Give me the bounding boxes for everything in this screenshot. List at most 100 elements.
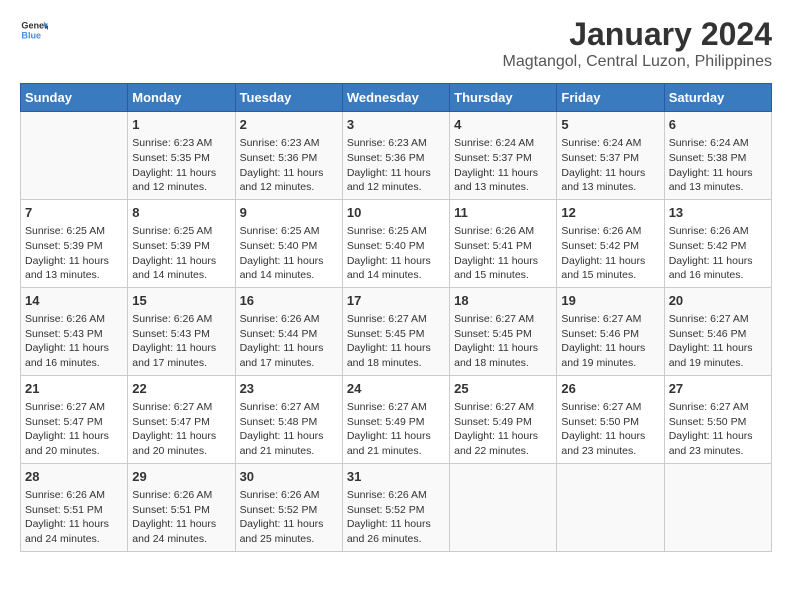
calendar-cell: 28Sunrise: 6:26 AMSunset: 5:51 PMDayligh… [21, 463, 128, 551]
calendar-table: Sunday Monday Tuesday Wednesday Thursday… [20, 83, 772, 552]
svg-text:Blue: Blue [21, 30, 41, 40]
calendar-cell: 23Sunrise: 6:27 AMSunset: 5:48 PMDayligh… [235, 375, 342, 463]
cell-content-line: Sunrise: 6:23 AM [132, 136, 230, 151]
cell-content-line: Sunset: 5:50 PM [561, 415, 659, 430]
cell-content-line: Sunrise: 6:26 AM [240, 312, 338, 327]
cell-content-line: Daylight: 11 hours and 18 minutes. [347, 341, 445, 370]
calendar-cell: 10 Sunrise: 6:25 AMSunset: 5:40 PMDayligh… [342, 199, 449, 287]
day-number: 23 [240, 380, 338, 398]
calendar-cell: 13Sunrise: 6:26 AMSunset: 5:42 PMDayligh… [664, 199, 771, 287]
cell-content-line: Sunset: 5:37 PM [561, 151, 659, 166]
logo-icon: General Blue [20, 16, 48, 44]
calendar-cell: 18Sunrise: 6:27 AMSunset: 5:45 PMDayligh… [450, 287, 557, 375]
cell-content-line: Sunrise: 6:25 AM [347, 224, 445, 239]
day-number: 24 [347, 380, 445, 398]
day-number: 19 [561, 292, 659, 310]
day-number: 26 [561, 380, 659, 398]
cell-content-line: Sunset: 5:39 PM [25, 239, 123, 254]
cell-content-line: Daylight: 11 hours and 21 minutes. [240, 429, 338, 458]
day-number: 29 [132, 468, 230, 486]
header-saturday: Saturday [664, 84, 771, 112]
header-monday: Monday [128, 84, 235, 112]
calendar-cell: 20Sunrise: 6:27 AMSunset: 5:46 PMDayligh… [664, 287, 771, 375]
cell-content-line: Sunset: 5:47 PM [25, 415, 123, 430]
cell-content-line: Sunset: 5:39 PM [132, 239, 230, 254]
cell-content-line: Sunset: 5:46 PM [669, 327, 767, 342]
calendar-cell: 8Sunrise: 6:25 AMSunset: 5:39 PMDaylight… [128, 199, 235, 287]
day-number: 25 [454, 380, 552, 398]
day-number: 17 [347, 292, 445, 310]
day-number: 10 [347, 204, 445, 222]
cell-content-line: Daylight: 11 hours and 18 minutes. [454, 341, 552, 370]
calendar-cell: 29Sunrise: 6:26 AMSunset: 5:51 PMDayligh… [128, 463, 235, 551]
header-thursday: Thursday [450, 84, 557, 112]
cell-content-line: Sunrise: 6:24 AM [561, 136, 659, 151]
cell-content-line: Sunset: 5:42 PM [669, 239, 767, 254]
cell-content-line: Sunrise: 6:25 AM [132, 224, 230, 239]
calendar-cell: 5Sunrise: 6:24 AMSunset: 5:37 PMDaylight… [557, 112, 664, 200]
cell-content-line: Sunset: 5:40 PM [347, 239, 445, 254]
cell-content-line: Sunrise: 6:27 AM [25, 400, 123, 415]
day-number: 28 [25, 468, 123, 486]
cell-content-line: Daylight: 11 hours and 21 minutes. [347, 429, 445, 458]
day-number: 2 [240, 116, 338, 134]
cell-content-line: Sunset: 5:43 PM [25, 327, 123, 342]
calendar-cell: 3Sunrise: 6:23 AMSunset: 5:36 PMDaylight… [342, 112, 449, 200]
calendar-cell: 2Sunrise: 6:23 AMSunset: 5:36 PMDaylight… [235, 112, 342, 200]
cell-content-line: Sunrise: 6:27 AM [347, 312, 445, 327]
calendar-cell: 31Sunrise: 6:26 AMSunset: 5:52 PMDayligh… [342, 463, 449, 551]
cell-content-line: Sunset: 5:49 PM [347, 415, 445, 430]
cell-content-line: Sunset: 5:43 PM [132, 327, 230, 342]
calendar-cell: 25Sunrise: 6:27 AMSunset: 5:49 PMDayligh… [450, 375, 557, 463]
cell-content-line: Sunset: 5:52 PM [240, 503, 338, 518]
cell-content-line: Sunrise: 6:26 AM [132, 312, 230, 327]
cell-content-line: Sunset: 5:40 PM [240, 239, 338, 254]
day-number: 8 [132, 204, 230, 222]
day-number: 6 [669, 116, 767, 134]
cell-content-line: Sunrise: 6:24 AM [454, 136, 552, 151]
cell-content-line: Daylight: 11 hours and 16 minutes. [25, 341, 123, 370]
cell-content-line: Sunrise: 6:27 AM [454, 400, 552, 415]
cell-content-line: Sunrise: 6:26 AM [25, 488, 123, 503]
calendar-cell: 1Sunrise: 6:23 AMSunset: 5:35 PMDaylight… [128, 112, 235, 200]
cell-content-line: Sunset: 5:41 PM [454, 239, 552, 254]
cell-content-line: Sunset: 5:51 PM [25, 503, 123, 518]
calendar-cell: 6Sunrise: 6:24 AMSunset: 5:38 PMDaylight… [664, 112, 771, 200]
title-area: January 2024 Magtangol, Central Luzon, P… [503, 16, 773, 71]
header-sunday: Sunday [21, 84, 128, 112]
calendar-week-row: 7Sunrise: 6:25 AMSunset: 5:39 PMDaylight… [21, 199, 772, 287]
cell-content-line: Daylight: 11 hours and 15 minutes. [454, 254, 552, 283]
calendar-subtitle: Magtangol, Central Luzon, Philippines [503, 53, 773, 71]
day-number: 1 [132, 116, 230, 134]
cell-content-line: Sunrise: 6:26 AM [561, 224, 659, 239]
cell-content-line: Daylight: 11 hours and 25 minutes. [240, 517, 338, 546]
calendar-cell: 14Sunrise: 6:26 AMSunset: 5:43 PMDayligh… [21, 287, 128, 375]
cell-content-line: Sunset: 5:49 PM [454, 415, 552, 430]
day-number: 5 [561, 116, 659, 134]
cell-content-line: Daylight: 11 hours and 16 minutes. [669, 254, 767, 283]
cell-content-line: Sunrise: 6:27 AM [454, 312, 552, 327]
cell-content-line: Sunset: 5:36 PM [240, 151, 338, 166]
day-number: 22 [132, 380, 230, 398]
calendar-cell: 26Sunrise: 6:27 AMSunset: 5:50 PMDayligh… [557, 375, 664, 463]
cell-content-line: Daylight: 11 hours and 12 minutes. [240, 166, 338, 195]
cell-content-line: Daylight: 11 hours and 14 minutes. [347, 254, 445, 283]
calendar-week-row: 1Sunrise: 6:23 AMSunset: 5:35 PMDaylight… [21, 112, 772, 200]
calendar-cell: 21Sunrise: 6:27 AMSunset: 5:47 PMDayligh… [21, 375, 128, 463]
cell-content-line: Sunrise: 6:27 AM [240, 400, 338, 415]
calendar-cell [21, 112, 128, 200]
calendar-cell: 22Sunrise: 6:27 AMSunset: 5:47 PMDayligh… [128, 375, 235, 463]
cell-content-line: Sunset: 5:36 PM [347, 151, 445, 166]
calendar-week-row: 21Sunrise: 6:27 AMSunset: 5:47 PMDayligh… [21, 375, 772, 463]
day-number: 11 [454, 204, 552, 222]
header: General Blue January 2024 Magtangol, Cen… [20, 16, 772, 71]
calendar-title: January 2024 [503, 16, 773, 53]
cell-content-line: Sunset: 5:52 PM [347, 503, 445, 518]
cell-content-line: Daylight: 11 hours and 20 minutes. [25, 429, 123, 458]
day-number: 14 [25, 292, 123, 310]
calendar-cell: 19Sunrise: 6:27 AMSunset: 5:46 PMDayligh… [557, 287, 664, 375]
calendar-cell: 17Sunrise: 6:27 AMSunset: 5:45 PMDayligh… [342, 287, 449, 375]
cell-content-line: Sunset: 5:47 PM [132, 415, 230, 430]
calendar-week-row: 14Sunrise: 6:26 AMSunset: 5:43 PMDayligh… [21, 287, 772, 375]
calendar-cell: 16Sunrise: 6:26 AMSunset: 5:44 PMDayligh… [235, 287, 342, 375]
